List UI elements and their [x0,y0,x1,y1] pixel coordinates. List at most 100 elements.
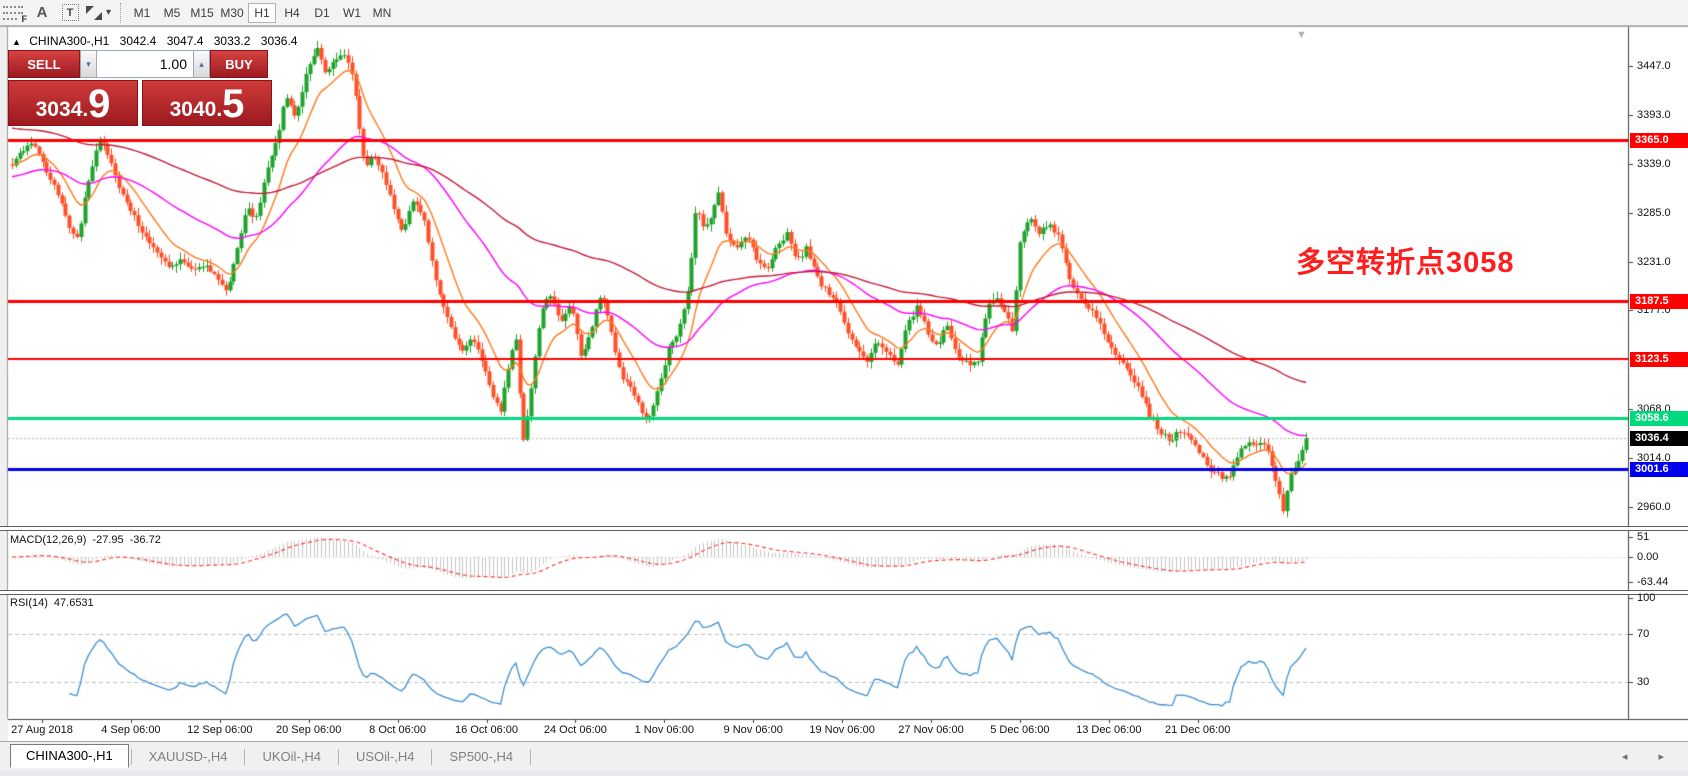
price-chart-canvas[interactable] [0,26,1688,741]
tab-separator [131,749,132,765]
chart-annotation-text: 多空转折点3058 [1296,239,1515,281]
rsi-axis-tick: 100 [1637,592,1655,604]
ohlc-open: 3042.4 [120,34,157,48]
time-axis-label: 27 Aug 2018 [11,724,73,736]
timeframe-button-group: M1M5M15M30H1H4D1W1MN [127,3,397,23]
ohlc-close: 3036.4 [261,34,298,48]
timeframe-button-M5[interactable]: M5 [158,3,186,23]
spinner-down-icon: ▾ [86,59,91,70]
macd-axis-tick: 0.00 [1637,551,1658,563]
resistance-line-3365-tag: 3365.0 [1630,133,1688,148]
time-axis-label: 16 Oct 06:00 [455,724,518,736]
price-axis-tick: 3393.0 [1637,109,1671,121]
time-axis-label: 4 Sep 06:00 [101,724,160,736]
timeframe-button-MN[interactable]: MN [368,3,396,23]
rsi-value: 47.6531 [54,597,94,609]
tab-separator [530,749,531,765]
ohlc-low: 3033.2 [214,34,251,48]
tab-separator [338,749,339,765]
toolbar: F A T ▾ M1M5M15M30H1H4D1W1MN [0,0,1688,26]
time-axis-label: 5 Dec 06:00 [990,724,1049,736]
price-axis-tick: 3231.0 [1637,256,1671,268]
tab-separator [431,749,432,765]
macd-axis-tick: -63.44 [1637,576,1668,588]
resistance-line-3187-tag: 3187.5 [1630,294,1688,309]
lot-decrease-button[interactable]: ▾ [80,50,97,78]
timeframe-button-H4[interactable]: H4 [278,3,306,23]
time-axis-label: 13 Dec 06:00 [1076,724,1141,736]
buy-price-decimal: 5 [222,84,244,124]
sell-button[interactable]: SELL [8,50,80,78]
chart-tab-usoilh4[interactable]: USOil-,H4 [341,745,430,769]
rsi-indicator-label: RSI(14)47.6531 [10,597,100,609]
window-bottom-edge [0,771,1688,776]
chart-shift-marker-icon[interactable]: ▼ [1296,29,1307,41]
price-axis-tick: 3339.0 [1637,158,1671,170]
time-axis-label: 19 Nov 06:00 [809,724,874,736]
chart-tab-china300h1[interactable]: CHINA300-,H1 [10,744,129,768]
time-axis-label: 8 Oct 06:00 [369,724,426,736]
tab-scroll-arrows[interactable]: ◂ ▸ [1622,750,1678,763]
time-axis-label: 9 Nov 06:00 [724,724,783,736]
text-label-tool-button[interactable]: A [28,2,56,24]
spinner-up-icon: ▴ [199,59,204,70]
one-click-trading-panel: SELL ▾ ▴ BUY 3034.9 3040.5 [8,50,272,126]
text-label-icon: A [37,4,48,21]
cursor-tools-button[interactable]: ▾ [84,2,112,24]
sell-price-display[interactable]: 3034.9 [8,80,138,126]
support-line-3058-tag: 3058.6 [1630,411,1688,426]
chart-symbol-period: CHINA300-,H1 [29,34,109,48]
rsi-axis-tick: 70 [1637,628,1649,640]
fibonacci-icon-letter: F [22,14,28,24]
buy-price-main: 3040 [170,98,217,122]
pane-separator-main-macd[interactable] [0,526,1688,531]
price-axis-tick: 3447.0 [1637,60,1671,72]
time-axis-label: 20 Sep 06:00 [276,724,341,736]
timeframe-button-D1[interactable]: D1 [308,3,336,23]
fibonacci-icon: F [3,5,25,21]
price-axis-tick: 2960.0 [1637,501,1671,513]
timeframe-button-M30[interactable]: M30 [218,3,246,23]
chart-tab-sp500h4[interactable]: SP500-,H4 [434,745,528,769]
text-tool-icon: T [62,4,79,21]
chart-tab-bar: CHINA300-,H1XAUUSD-,H4UKOil-,H4USOil-,H4… [0,741,1688,771]
toolbar-separator [120,3,121,23]
text-tool-button[interactable]: T [56,2,84,24]
collapse-icon[interactable]: ▲ [12,37,21,47]
dropdown-caret-icon: ▾ [106,7,111,18]
current-price-line-tag: 3036.4 [1630,431,1688,446]
lot-increase-button[interactable]: ▴ [193,50,210,78]
macd-value-2: -36.72 [130,534,161,546]
buy-button[interactable]: BUY [210,50,268,78]
cursor-arrows-icon [85,5,103,21]
support-line-3001-tag: 3001.6 [1630,462,1688,477]
price-axis-tick: 3285.0 [1637,207,1671,219]
timeframe-button-H1[interactable]: H1 [248,3,276,23]
trading-terminal: F A T ▾ M1M5M15M30H1H4D1W1MN ▲ CHINA300-… [0,0,1688,776]
pane-separator-macd-rsi[interactable] [0,590,1688,595]
sell-price-decimal: 9 [88,84,110,124]
time-axis-label: 24 Oct 06:00 [544,724,607,736]
chart-tab-xauusdh4[interactable]: XAUUSD-,H4 [134,745,243,769]
macd-axis-tick: 51 [1637,531,1649,543]
macd-value-1: -27.95 [92,534,123,546]
sell-price-main: 3034 [36,98,83,122]
fibonacci-tool-button[interactable]: F [0,2,28,24]
ohlc-high: 3047.4 [167,34,204,48]
timeframe-button-M1[interactable]: M1 [128,3,156,23]
resistance-line-3123-tag: 3123.5 [1630,352,1688,367]
time-axis-label: 12 Sep 06:00 [187,724,252,736]
lot-size-input[interactable] [97,50,193,78]
chart-tab-ukoilh4[interactable]: UKOil-,H4 [247,745,336,769]
chart-window: ▲ CHINA300-,H1 3042.4 3047.4 3033.2 3036… [0,26,1688,741]
rsi-axis-tick: 30 [1637,676,1649,688]
timeframe-button-M15[interactable]: M15 [188,3,216,23]
buy-price-display[interactable]: 3040.5 [142,80,272,126]
chart-title: ▲ CHINA300-,H1 3042.4 3047.4 3033.2 3036… [12,34,304,48]
time-axis-label: 1 Nov 06:00 [635,724,694,736]
time-axis-label: 27 Nov 06:00 [898,724,963,736]
time-axis-label: 21 Dec 06:00 [1165,724,1230,736]
timeframe-button-W1[interactable]: W1 [338,3,366,23]
tab-separator [244,749,245,765]
macd-indicator-label: MACD(12,26,9)-27.95-36.72 [10,534,167,546]
